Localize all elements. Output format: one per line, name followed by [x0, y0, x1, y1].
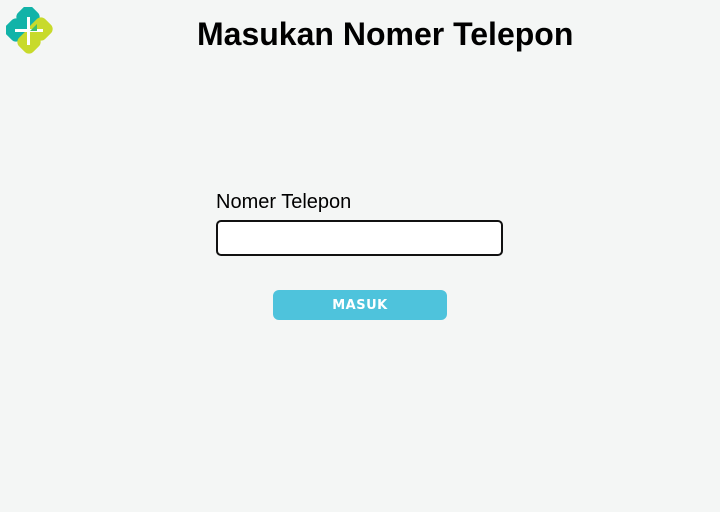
- logo-icon: [4, 5, 54, 55]
- page-title: Masukan Nomer Telepon: [197, 16, 574, 52]
- phone-input[interactable]: [216, 220, 503, 256]
- login-button[interactable]: MASUK: [273, 290, 447, 320]
- phone-label: Nomer Telepon: [216, 191, 352, 213]
